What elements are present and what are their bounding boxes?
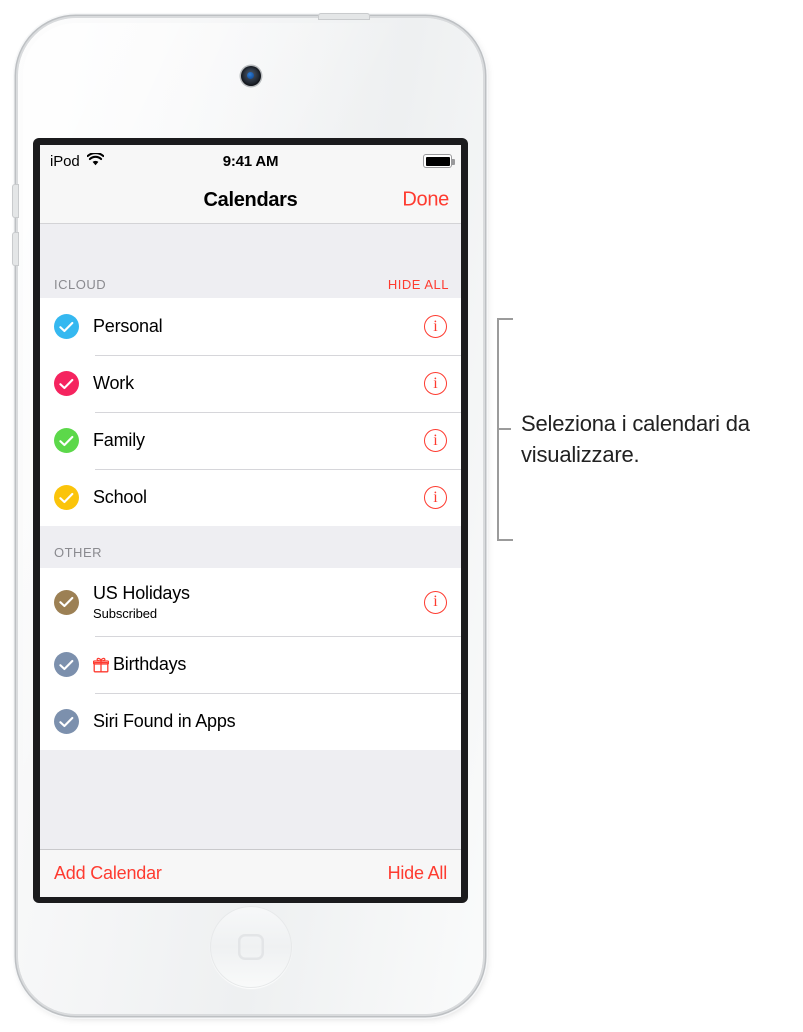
calendar-name: Personal [93, 316, 424, 337]
calendar-name-label: Personal [93, 316, 163, 336]
list-bottom-gap [40, 750, 461, 790]
calendar-list[interactable]: ICLOUD HIDE ALL Personal i Work i Family… [40, 224, 461, 849]
table-row[interactable]: Work i [40, 355, 461, 412]
calendar-name: Birthdays [93, 654, 449, 675]
table-row[interactable]: Personal i [40, 298, 461, 355]
icloud-rows: Personal i Work i Family i School i [40, 298, 461, 526]
info-button[interactable]: i [424, 486, 447, 509]
callout-leader-line [497, 428, 511, 430]
row-text: Birthdays [93, 654, 449, 675]
add-calendar-button[interactable]: Add Calendar [54, 863, 162, 884]
table-row[interactable]: Birthdays [40, 636, 461, 693]
checkmark-icon[interactable] [54, 589, 79, 615]
table-row[interactable]: Family i [40, 412, 461, 469]
row-text: Work [93, 373, 424, 394]
table-row[interactable]: Siri Found in Apps [40, 693, 461, 750]
info-button[interactable]: i [424, 429, 447, 452]
other-rows: US Holidays Subscribed i Birthdays Siri … [40, 568, 461, 750]
calendar-name-label: School [93, 487, 147, 507]
row-text: Siri Found in Apps [93, 711, 449, 732]
battery-nub [452, 159, 455, 165]
gift-icon [93, 657, 109, 673]
status-bar-left: iPod [50, 151, 104, 170]
ipod-touch-device: iPod 9:41 AM Calendars Done ICLOUD HIDE … [12, 13, 483, 1014]
hide-all-button[interactable]: Hide All [388, 863, 448, 884]
home-square-icon [238, 934, 264, 960]
checkmark-icon[interactable] [54, 371, 79, 396]
section-header-other: OTHER [40, 526, 461, 568]
phone-screen: iPod 9:41 AM Calendars Done ICLOUD HIDE … [40, 145, 461, 897]
calendar-name: Siri Found in Apps [93, 711, 449, 732]
callout-label: Seleziona i calendari da visualizzare. [521, 411, 750, 467]
front-camera-icon [240, 66, 261, 86]
checkmark-icon[interactable] [54, 485, 79, 510]
row-text: Personal [93, 316, 424, 337]
page-title: Calendars [203, 188, 298, 211]
calendar-name-label: Siri Found in Apps [93, 711, 236, 731]
row-text: Family [93, 430, 424, 451]
table-row[interactable]: School i [40, 469, 461, 526]
screenshot-root: iPod 9:41 AM Calendars Done ICLOUD HIDE … [0, 0, 803, 1032]
calendar-name-label: US Holidays [93, 583, 190, 603]
info-button[interactable]: i [424, 315, 447, 338]
calendar-subtitle: Subscribed [93, 606, 158, 621]
done-button[interactable]: Done [402, 189, 449, 212]
row-text: US Holidays Subscribed [93, 583, 424, 621]
calendar-name: School [93, 487, 424, 508]
checkmark-icon[interactable] [54, 428, 79, 453]
list-top-gap [40, 224, 461, 266]
calendar-name-label: Family [93, 430, 145, 450]
calendar-name: Family [93, 430, 424, 451]
battery-icon [423, 154, 455, 168]
checkmark-icon[interactable] [54, 709, 79, 734]
checkmark-icon[interactable] [54, 314, 79, 339]
calendar-name: US Holidays [93, 583, 424, 604]
section-title-other: OTHER [54, 545, 102, 560]
section-header-icloud: ICLOUD HIDE ALL [40, 266, 461, 298]
info-button[interactable]: i [424, 372, 447, 395]
wifi-icon [86, 151, 104, 170]
status-bar: iPod 9:41 AM [40, 145, 461, 177]
home-button[interactable] [209, 906, 292, 988]
bottom-toolbar: Add Calendar Hide All [40, 849, 461, 897]
nav-bar: Calendars Done [40, 177, 461, 224]
table-row[interactable]: US Holidays Subscribed i [40, 568, 461, 636]
section-title-icloud: ICLOUD [54, 277, 107, 292]
status-bar-right [423, 154, 455, 168]
calendar-name-label: Birthdays [113, 654, 187, 674]
info-button[interactable]: i [424, 590, 447, 614]
checkmark-icon[interactable] [54, 652, 79, 677]
power-button[interactable] [318, 13, 370, 20]
volume-up-button[interactable] [12, 184, 19, 218]
hide-all-icloud-button[interactable]: HIDE ALL [388, 277, 449, 292]
carrier-label: iPod [50, 152, 80, 170]
row-text: School [93, 487, 424, 508]
screen-bezel: iPod 9:41 AM Calendars Done ICLOUD HIDE … [33, 138, 468, 903]
calendar-name: Work [93, 373, 424, 394]
calendar-name-label: Work [93, 373, 134, 393]
volume-down-button[interactable] [12, 232, 19, 266]
battery-level-fill [425, 156, 450, 166]
